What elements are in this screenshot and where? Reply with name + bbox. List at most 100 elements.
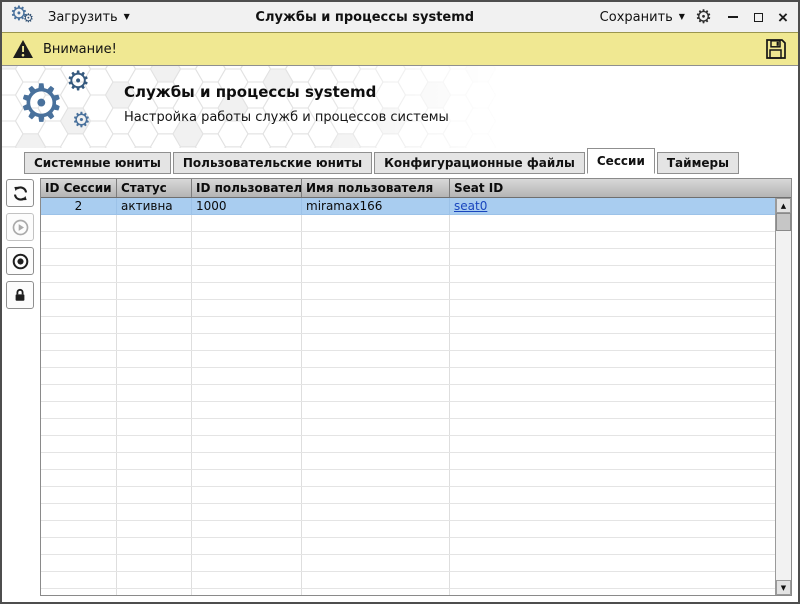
empty-cell [192, 521, 302, 537]
table-row-empty [41, 470, 775, 487]
scroll-up-button[interactable]: ▲ [776, 198, 791, 213]
scrollbar-track[interactable] [776, 231, 791, 580]
scrollbar-thumb[interactable] [776, 213, 791, 231]
save-diskette-icon [766, 39, 786, 59]
empty-cell [302, 232, 450, 248]
scroll-down-button[interactable]: ▼ [776, 580, 791, 595]
tab-sessions[interactable]: Сессии [586, 148, 655, 174]
empty-cell [302, 487, 450, 503]
empty-cell [41, 521, 117, 537]
empty-cell [450, 317, 775, 333]
empty-cell [117, 283, 192, 299]
empty-cell [302, 402, 450, 418]
empty-cell [192, 419, 302, 435]
empty-cell [117, 436, 192, 452]
table-row-empty [41, 317, 775, 334]
table-row-empty [41, 215, 775, 232]
empty-cell [192, 572, 302, 588]
table-row-empty [41, 521, 775, 538]
lock-button[interactable] [6, 281, 34, 309]
empty-cell [450, 300, 775, 316]
table-row[interactable]: 2 активна 1000 miramax166 seat0 [41, 198, 775, 215]
empty-cell [117, 521, 192, 537]
refresh-button[interactable] [6, 179, 34, 207]
table-row-empty [41, 572, 775, 589]
sessions-table: ID Сессии Статус ID пользователя Имя пол… [40, 178, 792, 596]
empty-cell [117, 232, 192, 248]
tab-config-files[interactable]: Конфигурационные файлы [374, 152, 585, 174]
save-file-button[interactable] [764, 37, 788, 61]
table-row-empty [41, 555, 775, 572]
column-header-status[interactable]: Статус [117, 179, 192, 197]
empty-cell [450, 232, 775, 248]
table-row-empty [41, 436, 775, 453]
empty-cell [450, 368, 775, 384]
empty-cell [117, 572, 192, 588]
page-subtitle: Настройка работы служб и процессов систе… [124, 110, 449, 125]
table-body: 2 активна 1000 miramax166 seat0 [41, 198, 775, 595]
empty-cell [302, 572, 450, 588]
empty-cell [192, 317, 302, 333]
empty-cell [41, 453, 117, 469]
gear-icon: ⚙ [66, 66, 91, 97]
empty-cell [302, 351, 450, 367]
empty-cell [450, 470, 775, 486]
empty-cell [450, 266, 775, 282]
cell-user-id: 1000 [192, 198, 302, 214]
empty-cell [41, 283, 117, 299]
column-header-user-name[interactable]: Имя пользователя [302, 179, 450, 197]
close-button[interactable]: × [776, 9, 790, 26]
column-header-session-id[interactable]: ID Сессии [41, 179, 117, 197]
stop-button[interactable] [6, 247, 34, 275]
empty-cell [41, 368, 117, 384]
empty-cell [117, 538, 192, 554]
empty-cell [117, 300, 192, 316]
empty-cell [117, 487, 192, 503]
empty-cell [192, 283, 302, 299]
table-row-empty [41, 453, 775, 470]
tab-user-units[interactable]: Пользовательские юниты [172, 152, 373, 174]
empty-cell [192, 436, 302, 452]
empty-cell [41, 402, 117, 418]
empty-cell [302, 283, 450, 299]
load-dropdown-button[interactable]: Загрузить ▼ [48, 10, 130, 25]
empty-cell [302, 436, 450, 452]
empty-cell [450, 521, 775, 537]
empty-cell [450, 453, 775, 469]
tab-system-units[interactable]: Системные юниты [24, 152, 171, 174]
minimize-button[interactable] [726, 10, 740, 24]
save-dropdown-button[interactable]: Сохранить ▼ [600, 10, 685, 25]
empty-cell [302, 555, 450, 571]
empty-cell [41, 589, 117, 595]
column-header-seat-id[interactable]: Seat ID [450, 179, 791, 197]
settings-gear-button[interactable]: ⚙ [695, 8, 712, 27]
empty-cell [302, 504, 450, 520]
empty-cell [192, 249, 302, 265]
chevron-down-icon: ▼ [123, 12, 130, 21]
empty-cell [302, 249, 450, 265]
empty-cell [117, 249, 192, 265]
empty-cell [302, 521, 450, 537]
empty-cell [117, 419, 192, 435]
empty-cell [41, 572, 117, 588]
empty-cell [450, 351, 775, 367]
seat-id-link[interactable]: seat0 [454, 199, 487, 213]
chevron-down-icon: ▼ [678, 12, 685, 21]
empty-cell [302, 317, 450, 333]
empty-cell [192, 232, 302, 248]
table-row-empty [41, 334, 775, 351]
column-header-user-id[interactable]: ID пользователя [192, 179, 302, 197]
empty-cell [302, 453, 450, 469]
vertical-scrollbar[interactable]: ▲ ▼ [775, 198, 791, 595]
table-row-empty [41, 249, 775, 266]
header-titles: Службы и процессы systemd Настройка рабо… [124, 83, 449, 125]
tab-timers[interactable]: Таймеры [656, 152, 739, 174]
empty-cell [302, 385, 450, 401]
empty-cell [302, 215, 450, 231]
empty-cell [302, 538, 450, 554]
maximize-button[interactable] [751, 9, 768, 24]
table-body-area: 2 активна 1000 miramax166 seat0 ▲ ▼ [41, 198, 791, 595]
start-button[interactable] [6, 213, 34, 241]
empty-cell [450, 385, 775, 401]
table-row-empty [41, 283, 775, 300]
